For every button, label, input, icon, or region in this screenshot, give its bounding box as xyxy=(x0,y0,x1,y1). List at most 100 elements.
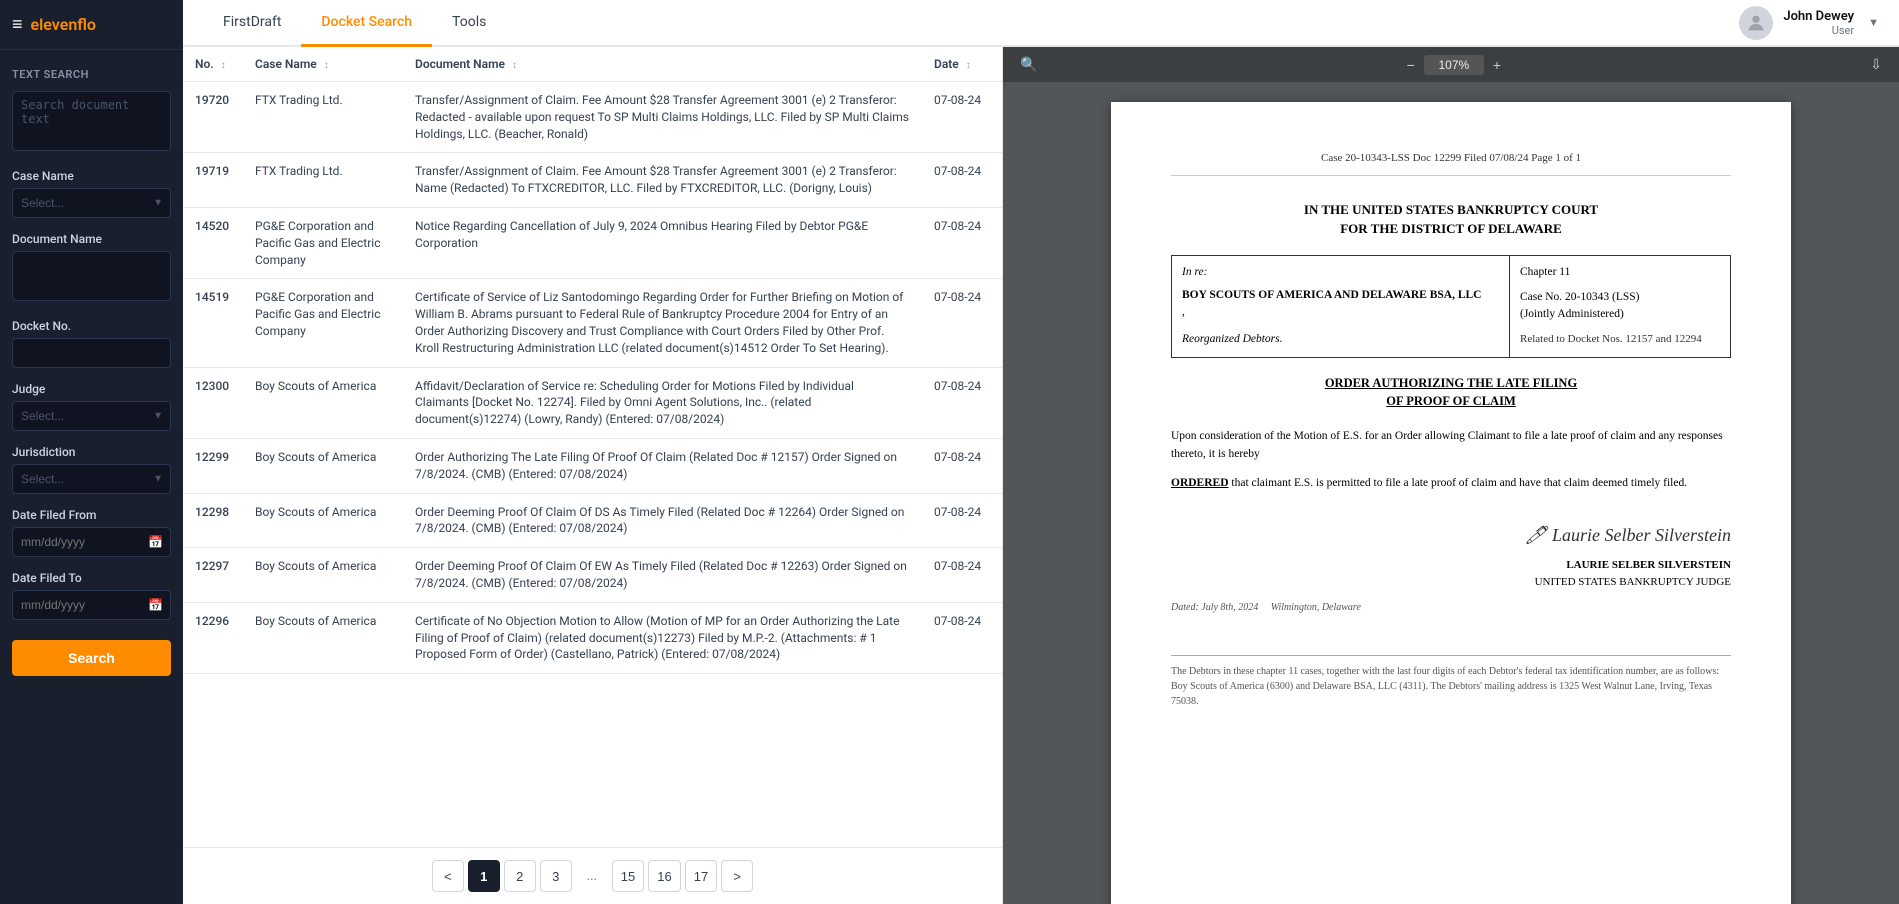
toolbar-left: 🔍 xyxy=(1015,53,1042,76)
signature-block: 🖊 Laurie Selber Silverstein LAURIE SELBE… xyxy=(1171,522,1731,590)
cell-case: Boy Scouts of America xyxy=(243,438,403,493)
doc-case-right: Chapter 11 Case No. 20-10343 (LSS) (Join… xyxy=(1510,256,1730,357)
date-filed-from-icon: 📅 xyxy=(148,535,163,549)
sort-icon-case[interactable]: ↕ xyxy=(324,60,329,71)
cell-no: 12298 xyxy=(183,493,243,548)
text-search-label: Text Search xyxy=(0,50,183,87)
search-button[interactable]: Search xyxy=(12,640,171,676)
cell-no: 12300 xyxy=(183,367,243,438)
jurisdiction-select[interactable]: Select... xyxy=(12,464,171,494)
results-table-wrapper: No. ↕ Case Name ↕ Document Name ↕ xyxy=(183,47,1002,847)
zoom-in-button[interactable]: + xyxy=(1488,54,1506,76)
pagination-page-3[interactable]: 3 xyxy=(540,860,572,892)
case-no: Case No. 20-10343 (LSS) xyxy=(1520,289,1720,306)
cell-no: 19719 xyxy=(183,153,243,208)
cell-date: 07-08-24 xyxy=(922,207,1002,278)
logo-icon: ≡ xyxy=(12,14,23,35)
doc-page: Case 20-10343-LSS Doc 12299 Filed 07/08/… xyxy=(1111,102,1791,904)
date-filed-from-label: Date Filed From xyxy=(12,508,171,522)
table-body: 19720 FTX Trading Ltd. Transfer/Assignme… xyxy=(183,82,1002,674)
text-search-field xyxy=(0,87,183,165)
user-role: User xyxy=(1783,24,1854,37)
zoom-out-button[interactable]: − xyxy=(1402,54,1420,76)
judge-label: Judge xyxy=(12,382,171,396)
pagination-page-16[interactable]: 16 xyxy=(648,860,680,892)
tab-firstdraft[interactable]: FirstDraft xyxy=(203,0,301,47)
user-menu-chevron-icon[interactable]: ▼ xyxy=(1868,16,1879,29)
cell-doc: Order Deeming Proof Of Claim Of DS As Ti… xyxy=(403,493,922,548)
pagination-prev[interactable]: < xyxy=(432,860,464,892)
results-panel: No. ↕ Case Name ↕ Document Name ↕ xyxy=(183,47,1003,904)
cell-date: 07-08-24 xyxy=(922,367,1002,438)
date-filed-to-label: Date Filed To xyxy=(12,571,171,585)
judge-field: Judge Select... ▼ xyxy=(0,378,183,441)
cell-case: PG&E Corporation and Pacific Gas and Ele… xyxy=(243,207,403,278)
table-row[interactable]: 19720 FTX Trading Ltd. Transfer/Assignme… xyxy=(183,82,1002,153)
pagination-next[interactable]: > xyxy=(721,860,753,892)
debtor-suffix: , xyxy=(1182,304,1499,321)
main-content: FirstDraft Docket Search Tools John Dewe… xyxy=(183,0,1899,904)
date-filed-from-field: Date Filed From 📅 xyxy=(0,504,183,567)
toolbar-right: ⇩ xyxy=(1865,53,1887,76)
cell-doc: Transfer/Assignment of Claim. Fee Amount… xyxy=(403,82,922,153)
sidebar: ≡ elevenflo Text Search Case Name Select… xyxy=(0,0,183,904)
table-row[interactable]: 12300 Boy Scouts of America Affidavit/De… xyxy=(183,367,1002,438)
table-row[interactable]: 14519 PG&E Corporation and Pacific Gas a… xyxy=(183,279,1002,367)
doc-ordered-text: ORDERED that claimant E.S. is permitted … xyxy=(1171,474,1731,492)
doc-footer: The Debtors in these chapter 11 cases, t… xyxy=(1171,655,1731,709)
sort-icon-no[interactable]: ↕ xyxy=(221,60,226,71)
pagination-page-17[interactable]: 17 xyxy=(685,860,717,892)
table-row[interactable]: 19719 FTX Trading Ltd. Transfer/Assignme… xyxy=(183,153,1002,208)
jurisdiction-select-wrapper: Select... ▼ xyxy=(12,464,171,494)
sort-icon-date[interactable]: ↕ xyxy=(966,60,971,71)
date-filed-to-icon: 📅 xyxy=(148,598,163,612)
reorganized-label: Reorganized Debtors. xyxy=(1182,331,1499,348)
search-doc-button[interactable]: 🔍 xyxy=(1015,53,1042,76)
judge-select-wrapper: Select... ▼ xyxy=(12,401,171,431)
sort-icon-doc[interactable]: ↕ xyxy=(512,60,517,71)
col-header-no: No. ↕ xyxy=(183,47,243,82)
pagination-dots: ... xyxy=(576,860,608,892)
judge-city: Wilmington, Delaware xyxy=(1271,602,1361,613)
pagination-page-1[interactable]: 1 xyxy=(468,860,500,892)
docket-no-input[interactable] xyxy=(12,338,171,368)
judge-select[interactable]: Select... xyxy=(12,401,171,431)
cell-no: 19720 xyxy=(183,82,243,153)
cell-case: PG&E Corporation and Pacific Gas and Ele… xyxy=(243,279,403,367)
document-name-input[interactable] xyxy=(12,251,171,301)
judge-title: UNITED STATES BANKRUPTCY JUDGE xyxy=(1535,574,1731,591)
doc-case-block: In re: BOY SCOUTS OF AMERICA AND DELAWAR… xyxy=(1171,255,1731,358)
signature-image: 🖊 Laurie Selber Silverstein xyxy=(1525,522,1731,549)
cell-no: 14519 xyxy=(183,279,243,367)
doc-viewer-content: Case 20-10343-LSS Doc 12299 Filed 07/08/… xyxy=(1003,82,1899,904)
table-row[interactable]: 12298 Boy Scouts of America Order Deemin… xyxy=(183,493,1002,548)
judge-name: LAURIE SELBER SILVERSTEIN xyxy=(1535,557,1731,574)
pagination-page-15[interactable]: 15 xyxy=(612,860,644,892)
cell-date: 07-08-24 xyxy=(922,548,1002,603)
table-row[interactable]: 12297 Boy Scouts of America Order Deemin… xyxy=(183,548,1002,603)
case-name-select[interactable]: Select... FTX Trading Ltd. Boy Scouts of… xyxy=(12,188,171,218)
tab-docketsearch[interactable]: Docket Search xyxy=(301,0,432,47)
zoom-input[interactable] xyxy=(1424,55,1484,75)
cell-no: 14520 xyxy=(183,207,243,278)
docket-no-label: Docket No. xyxy=(12,319,171,333)
table-row[interactable]: 14520 PG&E Corporation and Pacific Gas a… xyxy=(183,207,1002,278)
table-row[interactable]: 12299 Boy Scouts of America Order Author… xyxy=(183,438,1002,493)
user-name: John Dewey xyxy=(1783,9,1854,24)
col-header-case: Case Name ↕ xyxy=(243,47,403,82)
cell-date: 07-08-24 xyxy=(922,279,1002,367)
case-name-label: Case Name xyxy=(12,169,171,183)
cell-case: Boy Scouts of America xyxy=(243,602,403,673)
split-panel: No. ↕ Case Name ↕ Document Name ↕ xyxy=(183,47,1899,904)
logo-text: elevenflo xyxy=(31,15,96,34)
cell-case: FTX Trading Ltd. xyxy=(243,153,403,208)
tab-bar: FirstDraft Docket Search Tools xyxy=(203,0,506,45)
user-info: John Dewey User ▼ xyxy=(1739,6,1879,40)
pagination-page-2[interactable]: 2 xyxy=(504,860,536,892)
table-row[interactable]: 12296 Boy Scouts of America Certificate … xyxy=(183,602,1002,673)
jurisdiction-field: Jurisdiction Select... ▼ xyxy=(0,441,183,504)
download-button[interactable]: ⇩ xyxy=(1865,53,1887,76)
tab-tools[interactable]: Tools xyxy=(432,0,506,47)
toolbar-center: − + xyxy=(1402,54,1506,76)
text-search-input[interactable] xyxy=(12,91,171,151)
